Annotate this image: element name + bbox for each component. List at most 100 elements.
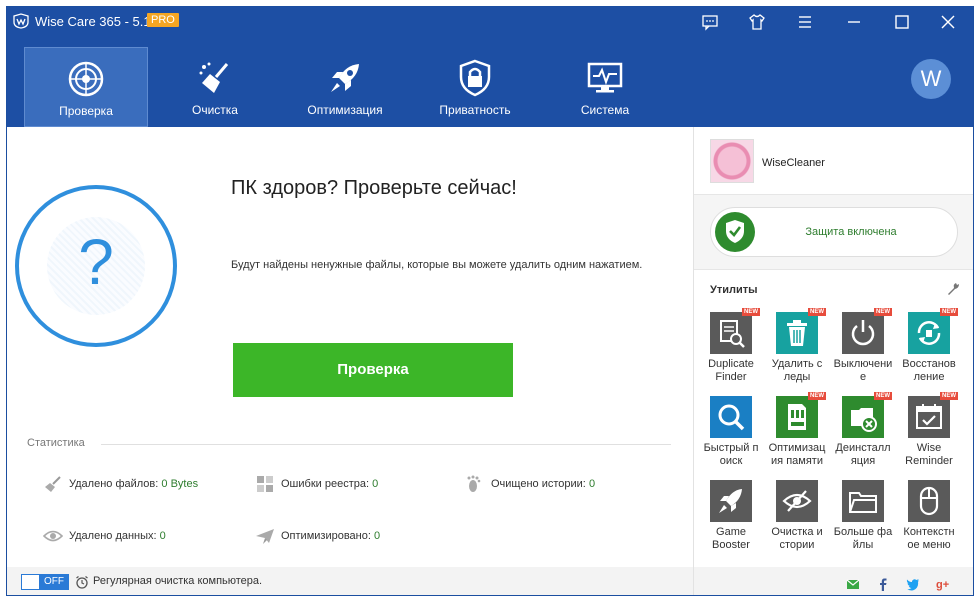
mouse-icon (908, 480, 950, 522)
main-panel: ? ПК здоров? Проверьте сейчас! Будут най… (7, 127, 693, 567)
status-question-mark: ? (78, 226, 114, 298)
broom-icon (199, 62, 229, 93)
tool-wise-reminder[interactable]: NEW Wise Reminder (897, 392, 961, 468)
tool-label: Очистка и стории (771, 526, 823, 551)
svg-text:g+: g+ (936, 579, 949, 591)
tool-label: Быстрый п оиск (703, 442, 759, 467)
stat-label: Удалено данных: (69, 529, 157, 542)
nav-label: Оптимизация (307, 103, 383, 117)
main-nav: Проверка Очистка Оптимизация Приватность… (7, 47, 973, 127)
protection-label: Защита включена (805, 226, 897, 238)
user-avatar[interactable]: W (911, 59, 951, 99)
folder-icon (842, 480, 884, 522)
feedback-icon[interactable] (701, 13, 719, 31)
stat-value: 0 (588, 477, 596, 490)
tool-label: Wise Reminder (905, 442, 953, 467)
tool-fast-search[interactable]: Быстрый п оиск (699, 396, 763, 468)
facebook-icon[interactable] (876, 577, 890, 591)
nav-label: Очистка (192, 103, 238, 117)
tool-label: Контекстн ое меню (903, 526, 955, 551)
stat-deleted-files: Удалено файлов: 0 Bytes (43, 475, 198, 493)
utilities-panel: Утилиты NEW Duplicate Finder NEW Удалить… (694, 269, 973, 595)
social-bar: g+ (693, 567, 973, 595)
profile-name: WiseCleaner (762, 157, 825, 169)
mail-icon[interactable] (846, 577, 860, 591)
tool-label: Восстанов ление (902, 358, 956, 383)
app-window: Wise Care 365 - 5.1.9 PRO Проверка Очист… (6, 6, 974, 596)
skin-icon[interactable] (748, 13, 766, 31)
stat-value: 0 (372, 477, 379, 490)
eye-icon (43, 530, 63, 542)
stats-divider (101, 444, 671, 445)
scan-button[interactable]: Проверка (233, 343, 513, 397)
tool-label: Деинсталл яция (835, 442, 891, 467)
new-badge: NEW (940, 308, 958, 316)
stat-label: Оптимизировано: (281, 529, 371, 542)
toggle-state: OFF (40, 575, 68, 589)
tool-label: Оптимизац ия памяти (768, 442, 826, 467)
tool-remove-traces[interactable]: NEW Удалить с леды (765, 308, 829, 384)
tool-history-cleaner[interactable]: Очистка и стории (765, 480, 829, 552)
new-badge: NEW (874, 392, 892, 400)
toggle-knob (22, 575, 40, 589)
schedule-text: Регулярная очистка компьютера. (93, 575, 263, 587)
utilities-title: Утилиты (710, 284, 758, 296)
stat-value: 0 Bytes (161, 477, 199, 490)
nav-tab-check[interactable]: Проверка (24, 47, 148, 127)
registry-icon (257, 476, 273, 492)
duplicate-finder-icon (710, 312, 752, 354)
minimize-icon[interactable] (845, 13, 863, 31)
close-icon[interactable] (939, 13, 957, 31)
stat-registry-errors: Ошибки реестра: 0 (255, 475, 378, 493)
eye-slash-icon (776, 480, 818, 522)
nav-label: Приватность (439, 103, 511, 117)
nav-label: Проверка (59, 104, 113, 118)
power-icon (842, 312, 884, 354)
tool-uninstaller[interactable]: NEW Деинсталл яция (831, 392, 895, 468)
nav-tab-clean[interactable]: Очистка (153, 47, 277, 127)
profile-card: WiseCleaner (694, 127, 973, 195)
stat-label: Ошибки реестра: (281, 477, 370, 490)
search-icon (710, 396, 752, 438)
new-badge: NEW (940, 392, 958, 400)
nav-label: Система (580, 103, 630, 117)
tool-restore[interactable]: NEW Восстанов ление (897, 308, 961, 384)
health-status-circle: ? (15, 185, 177, 347)
tool-shutdown[interactable]: NEW Выключени е (831, 308, 895, 384)
rocket-icon (710, 480, 752, 522)
header: Wise Care 365 - 5.1.9 PRO Проверка Очист… (7, 7, 973, 127)
tool-label: Выключени е (833, 358, 893, 383)
alarm-clock-icon (76, 576, 88, 589)
tool-memory-optimizer[interactable]: NEW Оптимизац ия памяти (765, 392, 829, 468)
tool-label: Больше фа йлы (833, 526, 893, 551)
protection-status[interactable]: Защита включена (710, 207, 958, 257)
nav-tab-optimize[interactable]: Оптимизация (283, 47, 407, 127)
twitter-icon[interactable] (906, 577, 920, 591)
footprint-icon (467, 475, 481, 492)
paper-plane-icon (256, 529, 274, 544)
app-logo-icon (13, 13, 29, 29)
stat-value: 0 (373, 529, 381, 542)
nav-tab-privacy[interactable]: Приватность (413, 47, 537, 127)
wrench-icon[interactable] (946, 282, 960, 296)
broom-icon (45, 476, 61, 492)
nav-tab-system[interactable]: Система (543, 47, 667, 127)
tool-large-files[interactable]: Больше фа йлы (831, 480, 895, 552)
tool-context-menu[interactable]: Контекстн ое меню (897, 480, 961, 552)
google-plus-icon[interactable]: g+ (936, 577, 950, 591)
stat-deleted-data: Удалено данных: 0 (43, 527, 166, 545)
stat-label: Очищено истории: (491, 477, 586, 490)
uninstall-icon (842, 396, 884, 438)
auto-clean-toggle[interactable]: OFF (21, 574, 69, 590)
profile-picture[interactable] (710, 139, 754, 183)
tool-game-booster[interactable]: Game Booster (699, 480, 763, 552)
stat-value: 0 (159, 529, 166, 542)
menu-icon[interactable] (796, 13, 814, 31)
new-badge: NEW (808, 308, 826, 316)
tool-duplicate-finder[interactable]: NEW Duplicate Finder (699, 308, 763, 384)
stat-history-cleared: Очищено истории: 0 (465, 475, 595, 493)
maximize-icon[interactable] (893, 13, 911, 31)
stat-label: Удалено файлов: (69, 477, 159, 490)
memory-icon (776, 396, 818, 438)
window-title: Wise Care 365 - 5.1.9 (35, 14, 162, 29)
